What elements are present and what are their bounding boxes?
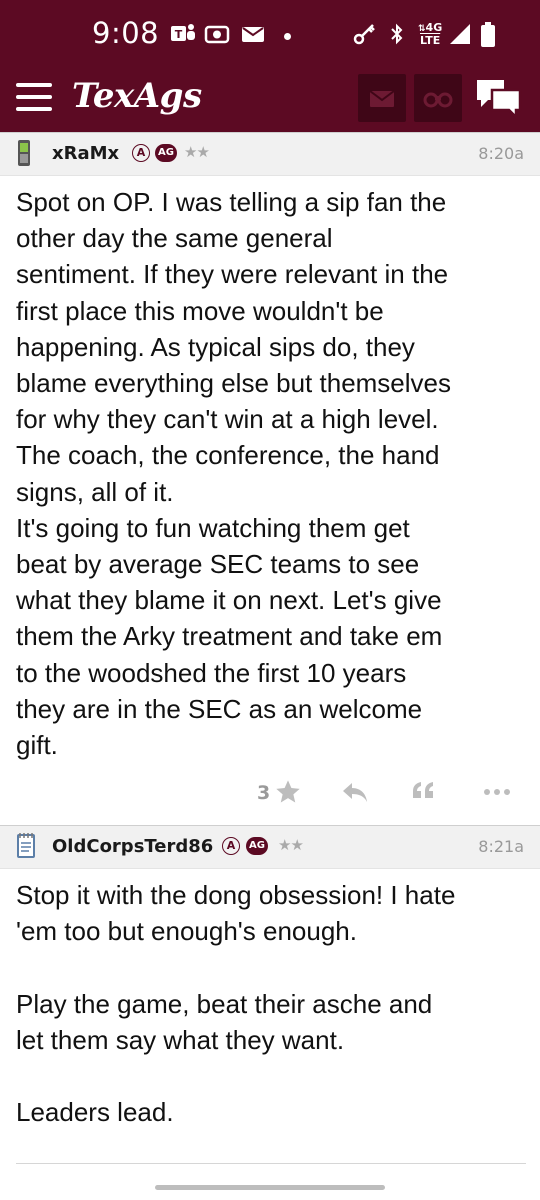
network-type: ⇅4G LTE bbox=[418, 21, 443, 47]
reply-icon[interactable] bbox=[340, 778, 370, 810]
post-divider bbox=[16, 1163, 526, 1164]
post-time: 8:20a bbox=[478, 144, 524, 163]
badge-ag: AG bbox=[246, 837, 268, 855]
brand-logo[interactable]: TexAgs bbox=[72, 76, 202, 116]
chat-button[interactable] bbox=[474, 76, 524, 126]
rating-stars: ★★ bbox=[278, 836, 304, 854]
camera-icon bbox=[204, 22, 230, 50]
teams-icon: T bbox=[170, 22, 196, 50]
status-bar: 9:08 T ⇅4G LTE bbox=[0, 0, 540, 66]
post-actions: 3 bbox=[0, 772, 540, 812]
menu-icon[interactable] bbox=[16, 83, 52, 113]
badge-a: A bbox=[132, 144, 150, 162]
post-time: 8:21a bbox=[478, 837, 524, 856]
badge-ag: AG bbox=[155, 144, 177, 162]
messages-icon bbox=[369, 90, 395, 107]
gesture-nav-bar[interactable] bbox=[155, 1185, 385, 1190]
username[interactable]: OldCorpsTerd86 bbox=[52, 836, 213, 857]
star-icon[interactable] bbox=[274, 778, 302, 810]
key-icon bbox=[352, 22, 378, 50]
star-count: 3 bbox=[257, 782, 271, 804]
badge-a: A bbox=[222, 837, 240, 855]
dot-icon bbox=[284, 33, 291, 40]
app-header: TexAgs bbox=[0, 66, 540, 132]
post-header: xRaMx A AG ★★ 8:20a bbox=[0, 132, 540, 176]
quote-icon[interactable] bbox=[410, 778, 438, 810]
signal-icon bbox=[448, 22, 472, 50]
binoculars-icon bbox=[423, 92, 453, 108]
svg-text:T: T bbox=[175, 28, 183, 41]
status-time: 9:08 bbox=[92, 16, 160, 50]
post-body: Spot on OP. I was telling a sip fan the … bbox=[16, 187, 452, 761]
post-header: OldCorpsTerd86 A AG ★★ 8:21a bbox=[0, 825, 540, 869]
rating-stars: ★★ bbox=[184, 143, 210, 161]
bluetooth-icon bbox=[388, 22, 406, 50]
battery-icon bbox=[480, 22, 496, 52]
more-icon[interactable] bbox=[482, 778, 512, 810]
post-body: Stop it with the dong obsession! I hate … bbox=[16, 880, 456, 1128]
chat-icon bbox=[477, 80, 522, 121]
watch-button[interactable] bbox=[414, 74, 462, 122]
notepad-icon bbox=[15, 832, 37, 864]
phone-icon bbox=[15, 139, 33, 171]
mail-icon bbox=[240, 22, 266, 50]
username[interactable]: xRaMx bbox=[52, 143, 119, 164]
messages-button[interactable] bbox=[358, 74, 406, 122]
